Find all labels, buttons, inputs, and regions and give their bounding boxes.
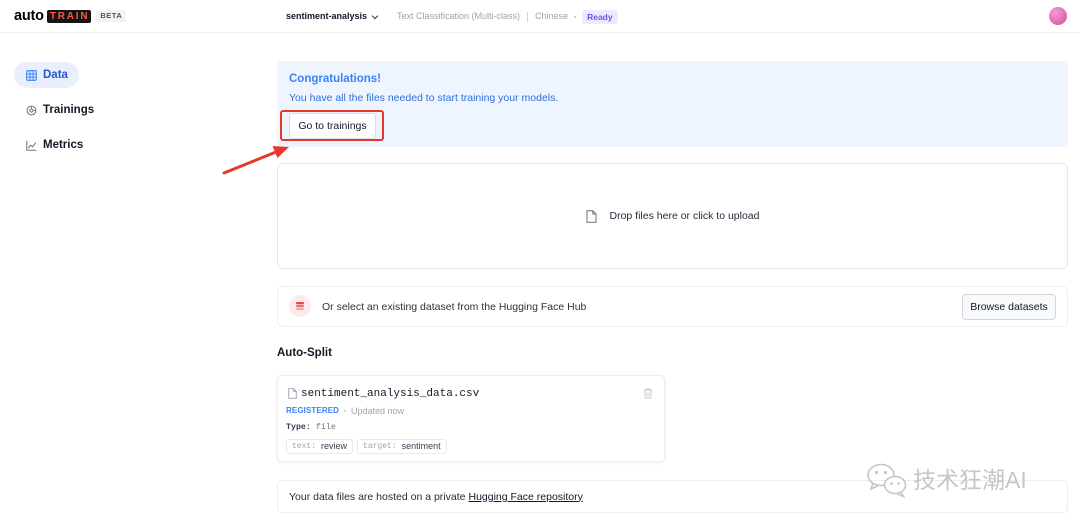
file-updated: Updated now	[351, 406, 405, 416]
separator-dot	[344, 410, 347, 412]
annotation-highlight-box	[280, 110, 384, 141]
column-key: target:	[363, 442, 397, 451]
repository-label: Your data files are hosted on a private	[289, 490, 466, 503]
column-value: sentiment	[401, 441, 441, 451]
sidebar-item-label: Data	[43, 69, 68, 81]
chevron-down-icon	[371, 13, 379, 21]
wechat-icon	[866, 462, 908, 498]
database-icon	[289, 295, 311, 317]
trainings-icon	[26, 105, 37, 116]
dropzone-label: Drop files here or click to upload	[609, 210, 760, 222]
logo-text: auto	[14, 8, 44, 24]
section-heading: Auto-Split	[277, 347, 332, 359]
project-info: sentiment-analysis Text Classification (…	[286, 9, 618, 24]
autotrain-logo[interactable]: auto TRAIN BETA	[14, 7, 127, 25]
file-name: sentiment_analysis_data.csv	[301, 388, 480, 400]
separator	[527, 11, 529, 22]
column-tag: target: sentiment	[357, 439, 447, 454]
file-icon	[586, 209, 597, 223]
column-key: text:	[292, 442, 317, 451]
repository-link[interactable]: Hugging Face repository	[468, 491, 582, 503]
status-badge: Ready	[582, 9, 618, 24]
sidebar-item-trainings[interactable]: Trainings	[14, 97, 105, 123]
column-tag: text: review	[286, 439, 354, 454]
file-icon	[288, 388, 297, 399]
language-label: Chinese	[535, 11, 569, 21]
hub-label: Or select an existing dataset from the H…	[322, 300, 587, 313]
sidebar-item-label: Trainings	[43, 104, 95, 116]
task-type: Text Classification (Multi-class)	[397, 11, 521, 21]
beta-badge: BETA	[96, 10, 127, 22]
file-meta: REGISTERED Updated now	[286, 405, 404, 417]
column-mapping: text: review target: sentiment	[286, 439, 451, 454]
file-type: Type: file	[286, 422, 336, 434]
type-value: file	[315, 423, 336, 432]
sidebar-item-data[interactable]: Data	[14, 62, 79, 88]
project-selector[interactable]: sentiment-analysis	[286, 9, 379, 24]
sidebar-item-metrics[interactable]: Metrics	[14, 132, 94, 158]
project-name: sentiment-analysis	[286, 11, 368, 21]
browse-datasets-button[interactable]: Browse datasets	[962, 294, 1056, 320]
separator-dot	[574, 15, 577, 18]
watermark-text: 技术狂潮AI	[913, 467, 1027, 493]
success-notice: Congratulations! You have all the files …	[277, 61, 1068, 147]
notice-message: You have all the files needed to start t…	[289, 92, 559, 104]
avatar[interactable]	[1049, 7, 1067, 25]
file-card: sentiment_analysis_data.csv REGISTERED U…	[277, 375, 665, 462]
column-value: review	[321, 441, 348, 451]
top-bar: auto TRAIN BETA sentiment-analysis Text …	[0, 0, 1080, 33]
trash-icon[interactable]	[643, 388, 653, 399]
repository-text: Your data files are hosted on a private …	[289, 481, 583, 512]
type-label: Type:	[286, 423, 311, 432]
file-dropzone[interactable]: Drop files here or click to upload	[277, 163, 1068, 269]
grid-icon	[26, 69, 37, 81]
sidebar-item-label: Metrics	[43, 139, 84, 151]
file-status: REGISTERED	[286, 406, 340, 415]
logo-badge: TRAIN	[46, 9, 92, 23]
chart-icon	[26, 140, 37, 151]
notice-title: Congratulations!	[289, 73, 381, 85]
hub-dataset-row: Or select an existing dataset from the H…	[277, 286, 1068, 327]
